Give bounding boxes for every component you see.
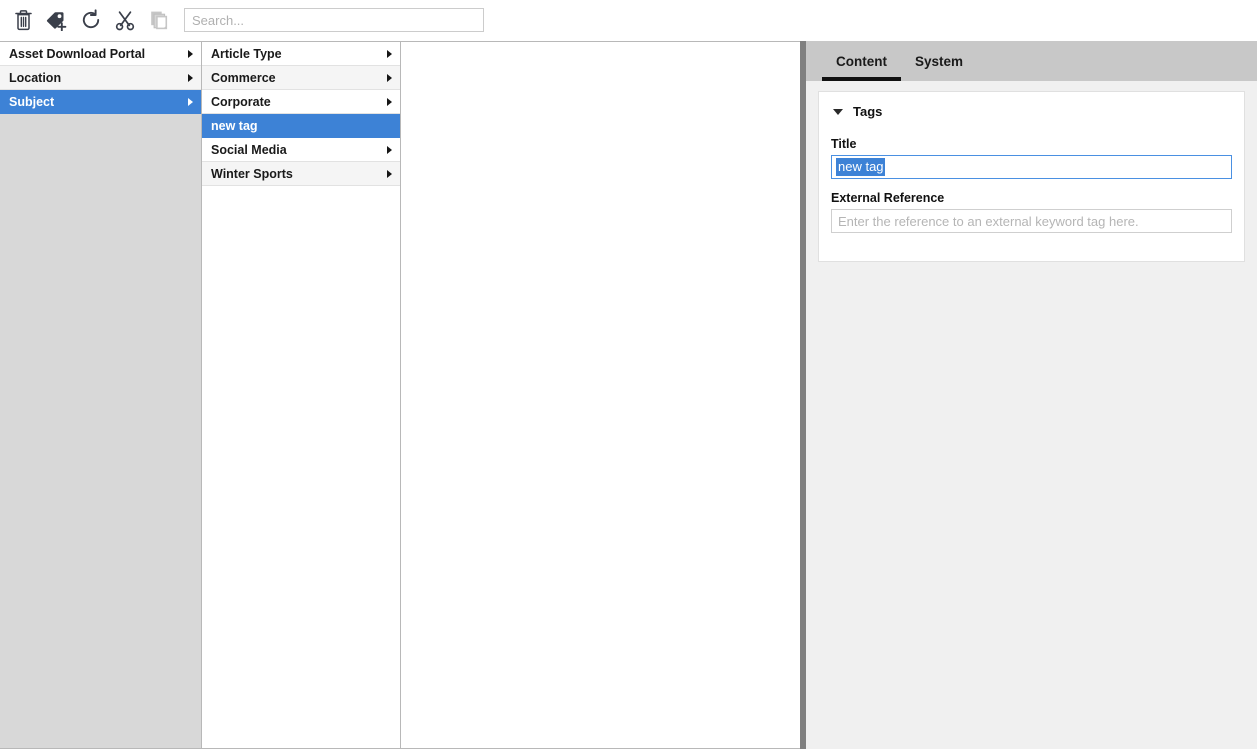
chevron-right-icon [384,169,394,179]
chevron-right-icon [384,145,394,155]
browser-item[interactable]: Commerce [202,66,400,90]
browser-item-label: Corporate [211,94,271,109]
paste-icon [151,11,168,30]
cut-icon [115,11,135,31]
tab-strip: Content System [806,41,1257,81]
cut-button[interactable] [108,5,142,35]
tags-card: Tags Title new tag External Reference [818,91,1245,262]
browser-item-label: Article Type [211,46,282,61]
title-field-wrap: new tag [831,155,1232,179]
panel-body: Tags Title new tag External Reference [806,81,1257,272]
refresh-icon [82,9,100,29]
browser-item[interactable]: Winter Sports [202,162,400,186]
browser-item-label: Asset Download Portal [9,46,146,61]
chevron-right-icon [185,49,195,59]
detail-panel: Content System Tags Title new tag Externa… [806,41,1257,749]
browser-item-label: Social Media [211,142,287,157]
browser-item-label: new tag [211,118,258,133]
tab-system[interactable]: System [901,41,977,81]
external-reference-field-label: External Reference [831,191,945,205]
chevron-right-icon [384,49,394,59]
browser-column-detail[interactable] [401,41,801,749]
browser-column-subject[interactable]: Article Type Commerce Corporate new tag Soci… [202,41,401,749]
browser-item[interactable]: Article Type [202,42,400,66]
chevron-right-icon [384,73,394,83]
browser-item-label: Winter Sports [211,166,293,181]
browser-item-label: Commerce [211,70,276,85]
delete-icon [14,9,33,31]
tab-content[interactable]: Content [822,41,901,81]
chevron-right-icon [185,97,195,107]
chevron-down-icon[interactable] [833,108,843,115]
delete-button[interactable] [6,5,40,35]
title-input-value: new tag [836,158,885,176]
browser-item[interactable]: Corporate [202,90,400,114]
external-reference-input[interactable] [831,209,1232,233]
add-tag-icon [45,9,69,31]
browser-column-root[interactable]: Asset Download Portal Location Subject [0,41,202,749]
search-input[interactable] [184,8,484,32]
chevron-right-icon [384,97,394,107]
refresh-button[interactable] [74,5,108,35]
title-field-label: Title [831,137,857,151]
browser-item[interactable]: Location [0,66,201,90]
tags-section-title: Tags [853,104,883,119]
browser-item[interactable]: Subject [0,90,201,114]
add-tag-button[interactable] [40,5,74,35]
browser-item[interactable]: Asset Download Portal [0,42,201,66]
browser-item[interactable]: Social Media [202,138,400,162]
toolbar [0,0,1257,40]
paste-button [142,5,176,35]
chevron-right-icon [185,73,195,83]
tags-section-header[interactable]: Tags [831,104,1232,119]
column-browser: Asset Download Portal Location Subject Art… [0,41,801,749]
title-input[interactable]: new tag [831,155,1232,179]
browser-item[interactable]: new tag [202,114,400,138]
browser-item-label: Subject [9,94,55,109]
browser-item-label: Location [9,70,62,85]
